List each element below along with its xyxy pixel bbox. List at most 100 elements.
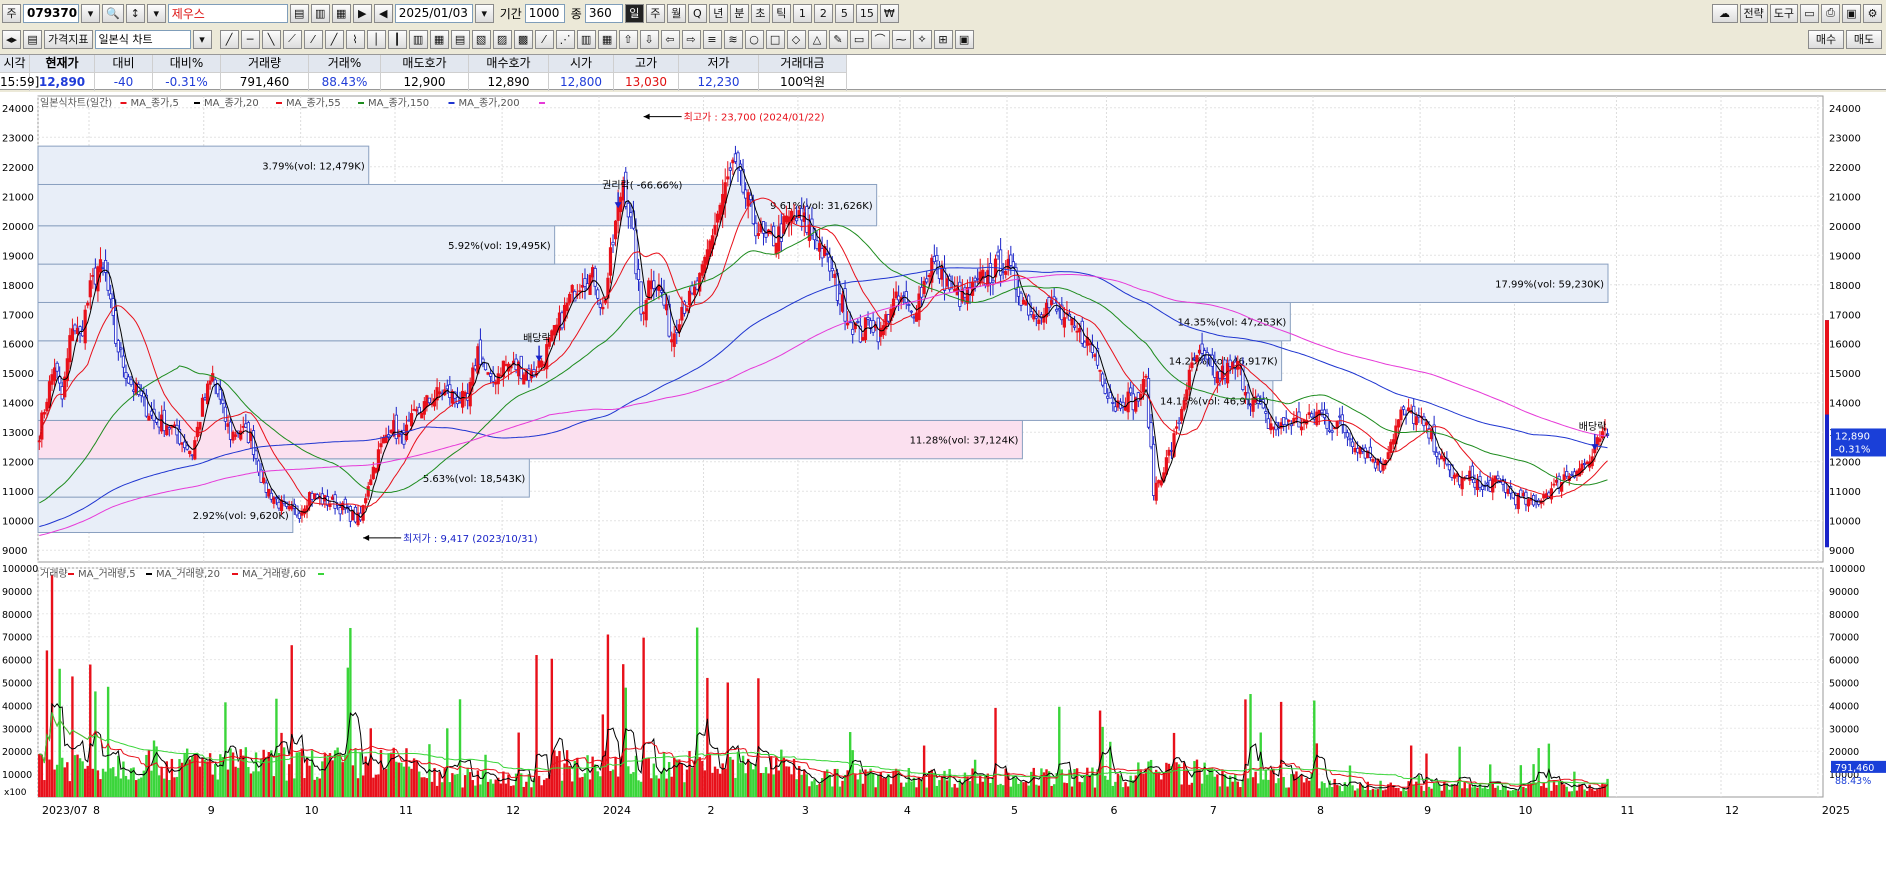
candle-body (307, 492, 312, 506)
drawing-tool-icon-9[interactable]: ▥ (408, 29, 428, 49)
drawing-tool-icon-5[interactable]: ╱ (324, 29, 344, 49)
drawing-tool-icon-21[interactable]: ⇦ (660, 29, 680, 49)
settings-icon[interactable]: ⚙ (1863, 3, 1882, 23)
volume-bar (606, 634, 610, 797)
volume-bar (652, 763, 656, 797)
drawing-tool-icon-33[interactable]: ⟡ (912, 29, 932, 49)
indicator-button[interactable]: 가격지표 (44, 29, 93, 49)
tools-button[interactable]: 도구 (1769, 3, 1798, 23)
price-chart[interactable]: 2023/07 8 9 10 11 12 2024 2 3 4 5 6 7 8 9 10 11 12 2025 900… (0, 92, 1886, 871)
legend-item: MA_종가,20 (204, 97, 259, 109)
y-tick-label-left: 12000 (2, 458, 34, 469)
volume-bar (481, 770, 485, 797)
drawing-tool-icon-11[interactable]: ▤ (450, 29, 470, 49)
indicator-icon[interactable]: ▤ (23, 29, 43, 49)
stock-code-input[interactable]: 079370 (23, 3, 79, 23)
drawing-tool-icon-25[interactable]: ○ (744, 29, 764, 49)
period-button-0[interactable]: 일 (624, 3, 644, 23)
code-dropdown-icon[interactable]: ▾ (81, 3, 100, 23)
drawing-tool-icon-8[interactable]: ┃ (387, 29, 407, 49)
save-icon[interactable]: ▣ (1842, 3, 1861, 23)
drawing-tool-icon-29[interactable]: ✎ (828, 29, 848, 49)
period-input[interactable]: 1000 (524, 3, 565, 23)
candle-body (613, 220, 618, 240)
expand-icon[interactable]: ◂▸ (2, 29, 22, 49)
drawing-tool-icon-19[interactable]: ⇧ (618, 29, 638, 49)
search-icon[interactable]: 🔍 (102, 3, 124, 23)
drawing-tool-icon-35[interactable]: ▣ (954, 29, 974, 49)
drawing-tool-icon-6[interactable]: ⌇ (345, 29, 365, 49)
period-button-3[interactable]: Q (687, 3, 707, 23)
period-button-7[interactable]: 틱 (771, 3, 791, 23)
memo-icon[interactable]: ▥ (310, 3, 330, 23)
prev-date-button[interactable]: ◀ (373, 3, 393, 23)
play-button[interactable]: ▶ (352, 3, 372, 23)
folder-icon[interactable]: ▭ (1800, 3, 1819, 23)
drawing-tool-icon-0[interactable]: ╱ (219, 29, 239, 49)
drawing-tool-icon-23[interactable]: ≡ (702, 29, 722, 49)
date-input[interactable]: 2025/01/03 (394, 3, 473, 23)
drawing-tool-icon-31[interactable]: ⌒ (870, 29, 890, 49)
candle-body (1248, 404, 1253, 407)
drawing-tool-icon-7[interactable]: │ (366, 29, 386, 49)
drawing-tool-icon-14[interactable]: ▩ (513, 29, 533, 49)
period-button-6[interactable]: 초 (750, 3, 770, 23)
drawing-tool-icon-15[interactable]: ⁄ (534, 29, 554, 49)
candle-body (580, 285, 585, 288)
period-button-5[interactable]: 분 (729, 3, 749, 23)
volume-bar (1315, 743, 1319, 797)
volume-bar (1249, 694, 1252, 797)
info-icon[interactable]: ▤ (289, 3, 309, 23)
drawing-tool-icon-22[interactable]: ⇨ (681, 29, 701, 49)
period-button-9[interactable]: 2 (813, 3, 833, 23)
drawing-tool-icon-32[interactable]: ⁓ (891, 29, 911, 49)
volume-bar (861, 783, 865, 797)
period-button-8[interactable]: 1 (792, 3, 812, 23)
volume-bar (1157, 771, 1160, 797)
drawing-tool-icon-10[interactable]: ▦ (429, 29, 449, 49)
drawing-tool-icon-2[interactable]: ╲ (261, 29, 281, 49)
cloud-icon[interactable]: ☁ (1711, 3, 1738, 23)
chart-type-select[interactable]: 일본식 차트 (94, 29, 191, 49)
drawing-tool-icon-3[interactable]: ⟋ (282, 29, 302, 49)
drawing-tool-icon-18[interactable]: ▦ (597, 29, 617, 49)
sell-button[interactable]: 매도 (1846, 29, 1882, 49)
drawing-tool-icon-12[interactable]: ▧ (471, 29, 491, 49)
volume-bar (440, 782, 444, 797)
period-button-12[interactable]: ₩ (879, 3, 899, 23)
volume-bar (323, 753, 327, 797)
volume-bar (1435, 781, 1438, 797)
period-button-4[interactable]: 년 (708, 3, 728, 23)
code-prefix-button[interactable]: 주 (2, 3, 21, 23)
period-button-11[interactable]: 15 (855, 3, 878, 23)
drawing-tool-icon-16[interactable]: ⋰ (555, 29, 575, 49)
sort-icon[interactable]: ↕ (125, 3, 145, 23)
drawing-tool-icon-1[interactable]: ─ (240, 29, 260, 49)
date-dropdown-icon[interactable]: ▾ (474, 3, 494, 23)
drawing-tool-icon-28[interactable]: △ (807, 29, 827, 49)
count-input[interactable]: 360 (584, 3, 623, 23)
volume-bar (948, 768, 951, 797)
buy-button[interactable]: 매수 (1808, 29, 1844, 49)
drawing-tool-icon-34[interactable]: ⊞ (933, 29, 953, 49)
drawing-tool-icon-20[interactable]: ⇩ (639, 29, 659, 49)
period-button-10[interactable]: 5 (834, 3, 854, 23)
period-button-2[interactable]: 월 (666, 3, 686, 23)
drawing-tool-icon-4[interactable]: ⁄ (303, 29, 323, 49)
chart-type-dropdown-icon[interactable]: ▾ (192, 29, 212, 49)
candle-body (114, 310, 118, 344)
volume-bar (379, 749, 383, 797)
drawing-tool-icon-30[interactable]: ▭ (849, 29, 869, 49)
strategy-button[interactable]: 전략 (1739, 3, 1768, 23)
period-button-1[interactable]: 주 (645, 3, 665, 23)
detail-icon[interactable]: ▦ (331, 3, 351, 23)
drawing-tool-icon-27[interactable]: ◇ (786, 29, 806, 49)
drawing-tool-icon-26[interactable]: □ (765, 29, 785, 49)
drawing-tool-icon-24[interactable]: ≋ (723, 29, 743, 49)
y-tick-label-right: 12000 (1829, 458, 1861, 469)
print-icon[interactable]: ⎙ (1821, 3, 1840, 23)
menu-dropdown-icon[interactable]: ▾ (146, 3, 166, 23)
drawing-tool-icon-17[interactable]: ▥ (576, 29, 596, 49)
volume-bar (466, 767, 469, 797)
drawing-tool-icon-13[interactable]: ▨ (492, 29, 512, 49)
